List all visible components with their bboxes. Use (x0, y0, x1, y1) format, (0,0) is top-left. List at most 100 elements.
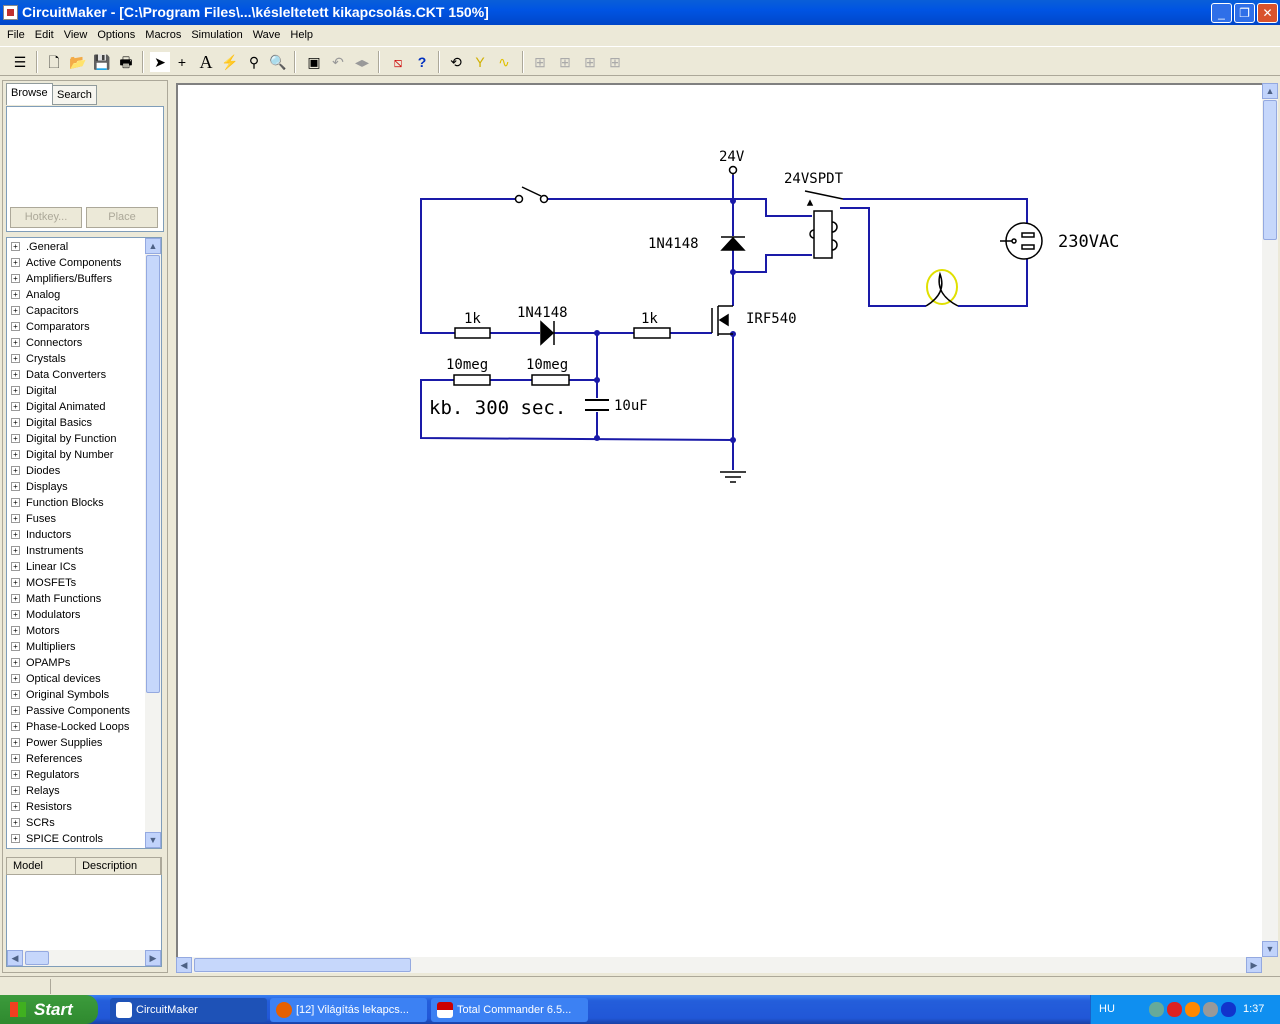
task-total-commander[interactable]: Total Commander 6.5... (431, 998, 588, 1022)
expand-icon[interactable]: + (11, 402, 20, 411)
model-column[interactable]: Model (7, 858, 77, 874)
rotate-icon[interactable]: ↶ (328, 52, 348, 72)
expand-icon[interactable]: + (11, 642, 20, 651)
expand-icon[interactable]: + (11, 834, 20, 843)
expand-icon[interactable]: + (11, 306, 20, 315)
expand-icon[interactable]: + (11, 706, 20, 715)
restore-button[interactable]: ❐ (1234, 3, 1255, 23)
tree-item[interactable]: + Displays (11, 479, 68, 495)
new-icon[interactable]: 🗋 (44, 52, 64, 72)
expand-icon[interactable]: + (11, 626, 20, 635)
close-button[interactable]: ✕ (1257, 3, 1278, 23)
tray-app-icon[interactable] (1149, 1002, 1164, 1017)
tree-item[interactable]: + Digital by Function (11, 431, 117, 447)
menu-macros[interactable]: Macros (140, 26, 186, 45)
minimize-button[interactable]: _ (1211, 3, 1232, 23)
tree-item[interactable]: + Amplifiers/Buffers (11, 271, 112, 287)
tab-browse[interactable]: Browse (6, 83, 53, 105)
netlist-icon[interactable]: ⧅ (388, 52, 408, 72)
tree-item[interactable]: + Function Blocks (11, 495, 104, 511)
save-icon[interactable]: 💾 (92, 52, 112, 72)
tree-item[interactable]: + Phase-Locked Loops (11, 719, 129, 735)
text-icon[interactable]: A (196, 52, 216, 72)
expand-icon[interactable]: + (11, 530, 20, 539)
tree-item[interactable]: + Fuses (11, 511, 56, 527)
expand-icon[interactable]: + (11, 578, 20, 587)
menu-edit[interactable]: Edit (30, 26, 59, 45)
pin-icon[interactable]: ⚲ (244, 52, 264, 72)
reset-icon[interactable]: ⟲ (446, 52, 466, 72)
expand-icon[interactable]: + (11, 482, 20, 491)
tree-item[interactable]: + Regulators (11, 767, 79, 783)
expand-icon[interactable]: + (11, 658, 20, 667)
menu-wave[interactable]: Wave (248, 26, 286, 45)
tree-item[interactable]: + Comparators (11, 319, 90, 335)
print-icon[interactable]: 🖶 (116, 52, 136, 72)
expand-icon[interactable]: + (11, 738, 20, 747)
tree-item[interactable]: + Active Components (11, 255, 121, 271)
task-firefox[interactable]: [12] Világítás lekapcs... (270, 998, 427, 1022)
expand-icon[interactable]: + (11, 354, 20, 363)
expand-icon[interactable]: + (11, 786, 20, 795)
ic3-icon[interactable]: ⊞ (580, 52, 600, 72)
tree-item[interactable]: + Inductors (11, 527, 71, 543)
expand-icon[interactable]: + (11, 546, 20, 555)
tree-item[interactable]: + Crystals (11, 351, 66, 367)
menu-view[interactable]: View (59, 26, 93, 45)
menu-simulation[interactable]: Simulation (186, 26, 247, 45)
expand-icon[interactable]: + (11, 770, 20, 779)
clock[interactable]: 1:37 (1243, 995, 1264, 1024)
tree-item[interactable]: + Resistors (11, 799, 72, 815)
tree-item[interactable]: + Analog (11, 287, 60, 303)
canvas-hscrollbar[interactable]: ◀ ▶ (176, 957, 1262, 973)
tree-item[interactable]: + MOSFETs (11, 575, 76, 591)
tree-item[interactable]: + Original Symbols (11, 687, 109, 703)
zoom-icon[interactable]: 🔍 (268, 52, 288, 72)
tune-icon[interactable]: Y (470, 52, 490, 72)
tree-item[interactable]: + Optical devices (11, 671, 101, 687)
expand-icon[interactable]: + (11, 690, 20, 699)
language-indicator[interactable]: HU (1099, 995, 1115, 1024)
tree-item[interactable]: + .General (11, 239, 68, 255)
help-icon[interactable]: ? (412, 52, 432, 72)
tree-item[interactable]: + Digital Animated (11, 399, 106, 415)
mirror-icon[interactable]: ◂▸ (352, 52, 372, 72)
task-circuitmaker[interactable]: CircuitMaker (110, 998, 267, 1022)
expand-icon[interactable]: + (11, 370, 20, 379)
expand-icon[interactable]: + (11, 722, 20, 731)
tree-item[interactable]: + Capacitors (11, 303, 79, 319)
expand-icon[interactable]: + (11, 754, 20, 763)
expand-icon[interactable]: + (11, 386, 20, 395)
tree-item[interactable]: + SCRs (11, 815, 55, 831)
tree-item[interactable]: + References (11, 751, 82, 767)
schematic-canvas[interactable]: 24V 24VSPDT 1N4148 1N4148 1k 1k 10meg 10… (176, 83, 1262, 957)
security-shield-icon[interactable] (1167, 1002, 1182, 1017)
expand-icon[interactable]: + (11, 274, 20, 283)
expand-icon[interactable]: + (11, 466, 20, 475)
parts-icon[interactable]: ☰ (10, 52, 30, 72)
expand-icon[interactable]: + (11, 322, 20, 331)
tab-search[interactable]: Search (52, 85, 97, 105)
ic2-icon[interactable]: ⊞ (555, 52, 575, 72)
tree-item[interactable]: + Digital Basics (11, 415, 92, 431)
expand-icon[interactable]: + (11, 514, 20, 523)
tree-item[interactable]: + Passive Components (11, 703, 130, 719)
tree-item[interactable]: + Multipliers (11, 639, 76, 655)
expand-icon[interactable]: + (11, 290, 20, 299)
tree-item[interactable]: + Digital by Number (11, 447, 113, 463)
expand-icon[interactable]: + (11, 498, 20, 507)
menu-file[interactable]: File (2, 26, 30, 45)
model-hscrollbar[interactable]: ◀ ▶ (7, 950, 161, 966)
tree-scrollbar[interactable]: ▲ ▼ (145, 238, 161, 848)
description-column[interactable]: Description (76, 858, 161, 874)
expand-icon[interactable]: + (11, 418, 20, 427)
expand-icon[interactable]: + (11, 594, 20, 603)
menu-help[interactable]: Help (285, 26, 318, 45)
expand-icon[interactable]: + (11, 242, 20, 251)
network-icon[interactable] (1203, 1002, 1218, 1017)
step-icon[interactable]: ∿ (494, 52, 514, 72)
tree-item[interactable]: + Digital (11, 383, 57, 399)
tree-item[interactable]: + OPAMPs (11, 655, 70, 671)
menu-options[interactable]: Options (92, 26, 140, 45)
tree-item[interactable]: + SPICE Controls (11, 831, 103, 847)
